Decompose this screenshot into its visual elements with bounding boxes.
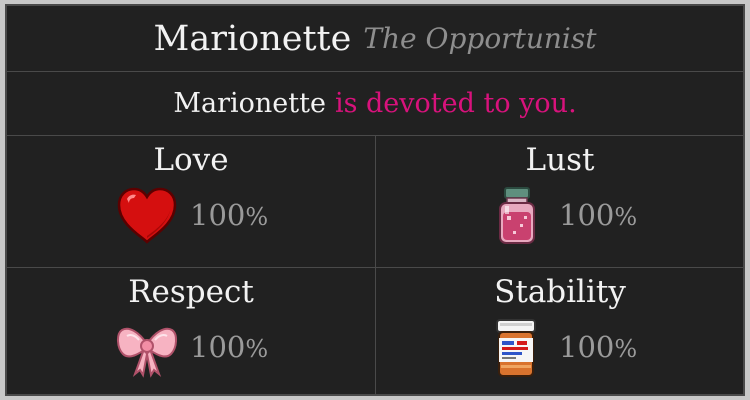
pink-bow-icon xyxy=(115,318,179,378)
character-epithet: The Opportunist xyxy=(363,22,597,55)
stat-lust-value: 100% xyxy=(559,198,638,232)
stat-lust-label: Lust xyxy=(525,142,595,178)
potion-jar-icon xyxy=(484,186,548,246)
stat-stability-label: Stability xyxy=(494,274,626,310)
character-name: Marionette xyxy=(153,18,352,59)
stat-respect-label: Respect xyxy=(128,274,254,310)
stat-stability-value: 100% xyxy=(559,330,638,364)
status-text: is devoted to you. xyxy=(334,88,577,119)
relationship-status: Marionette is devoted to you. xyxy=(7,72,743,136)
stat-love: Love 100% xyxy=(7,136,375,267)
stat-respect: Respect 100% xyxy=(7,268,375,399)
character-header: Marionette The Opportunist xyxy=(7,6,743,72)
heart-icon xyxy=(115,186,179,246)
stat-love-value: 100% xyxy=(190,198,269,232)
stats-grid: Love 100% Lust 100% Respect 100% Stabili… xyxy=(7,136,743,394)
stat-respect-value: 100% xyxy=(190,330,269,364)
stat-lust: Lust 100% xyxy=(376,136,744,267)
pill-bottle-icon xyxy=(484,318,548,378)
stat-love-label: Love xyxy=(153,142,229,178)
relationship-panel: Marionette The Opportunist Marionette is… xyxy=(5,4,745,396)
status-character-name: Marionette xyxy=(173,88,326,119)
stat-stability: Stability 100% xyxy=(376,268,744,399)
